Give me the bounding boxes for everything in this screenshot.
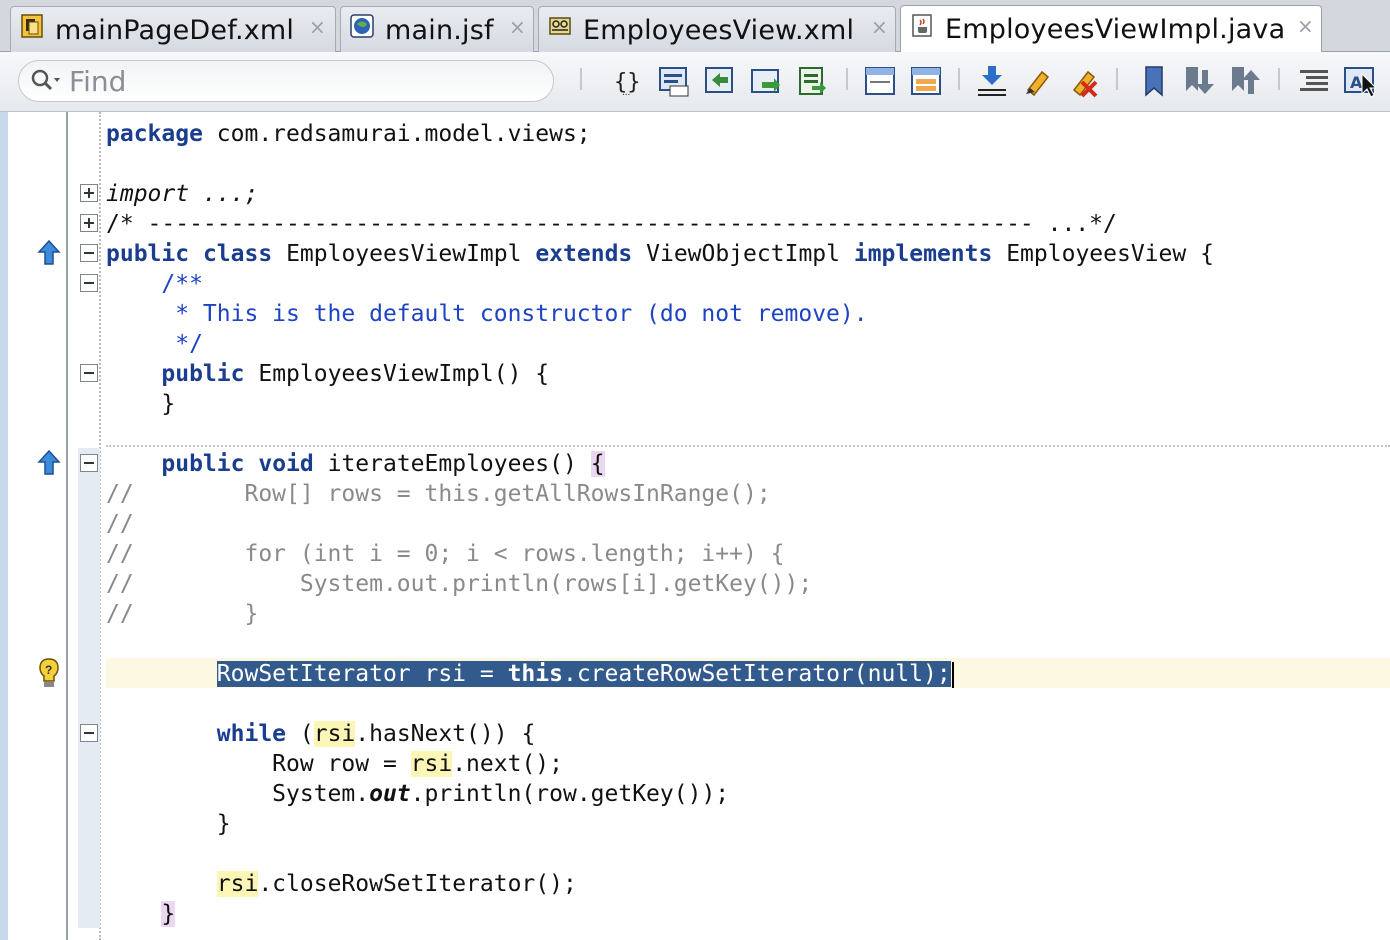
svg-text:...: ...	[622, 87, 630, 98]
code-line-header-comment: /* -------------------------------------…	[106, 211, 1117, 237]
overrides-up-arrow-icon[interactable]	[34, 448, 64, 478]
code-line-row-declaration: Row row = rsi.next();	[272, 751, 563, 777]
next-bookmark-icon[interactable]	[1182, 64, 1218, 98]
toolbar-separator	[846, 68, 848, 90]
highlight-icon[interactable]	[1020, 64, 1056, 98]
code-line-comment: // for (int i = 0; i < rows.length; i++)…	[106, 541, 785, 567]
code-line-comment: // Row[] rows = this.getAllRowsInRange()…	[106, 481, 771, 507]
code-line-class-declaration: public class EmployeesViewImpl extends V…	[106, 241, 1214, 267]
code-line-while: while (rsi.hasNext()) {	[216, 721, 536, 747]
svg-text:A: A	[1350, 73, 1363, 92]
tab-main-jsf[interactable]: main.jsf ×	[340, 6, 534, 52]
surround-with-icon[interactable]: {}...	[610, 64, 646, 98]
code-editor[interactable]: ? package com.redsamurai.model.views; im…	[0, 112, 1390, 940]
fold-collapse-icon[interactable]	[80, 454, 98, 472]
search-icon[interactable]	[29, 68, 63, 99]
code-line-comment: // }	[106, 601, 259, 627]
toolbar-separator	[958, 68, 960, 90]
split-vertical-icon[interactable]	[908, 64, 944, 98]
matching-brace: }	[161, 901, 176, 927]
toggle-comment-icon[interactable]	[656, 64, 692, 98]
tab-employeesviewimpl-java[interactable]: EmployeesViewImpl.java ×	[900, 5, 1322, 53]
code-line-constructor-close: }	[161, 391, 176, 417]
view-object-icon	[547, 13, 573, 39]
previous-bookmark-icon[interactable]	[1228, 64, 1264, 98]
toolbar-separator	[580, 68, 582, 90]
code-line-rsi-declaration: RowSetIterator rsi = this.createRowSetIt…	[106, 659, 954, 689]
fold-collapse-icon[interactable]	[80, 724, 98, 742]
gutter-divider	[66, 112, 68, 940]
code-line-comment: // System.out.println(rows[i].getKey());	[106, 571, 813, 597]
overrides-up-arrow-icon[interactable]	[34, 238, 64, 268]
editor-left-strip	[0, 112, 8, 940]
spell-check-icon[interactable]: A	[1342, 64, 1378, 98]
clear-highlight-icon[interactable]	[1066, 64, 1102, 98]
code-line-javadoc: /**	[161, 271, 203, 297]
jsf-page-icon	[349, 13, 375, 39]
fold-expand-icon[interactable]	[80, 184, 98, 202]
toggle-bookmark-icon[interactable]	[1136, 64, 1172, 98]
override-methods-icon[interactable]	[702, 64, 738, 98]
find-field	[18, 60, 554, 102]
text-caret	[951, 661, 954, 688]
current-method-band	[78, 448, 100, 928]
tab-label: EmployeesViewImpl.java	[945, 14, 1286, 45]
split-horizontal-icon[interactable]	[862, 64, 898, 98]
java-class-icon	[909, 12, 935, 38]
tab-employeesview-xml[interactable]: EmployeesView.xml ×	[538, 6, 896, 52]
code-line-while-close: }	[216, 811, 231, 837]
svg-text:?: ?	[45, 663, 52, 677]
page-definition-icon	[19, 13, 45, 39]
implement-interface-icon[interactable]	[794, 64, 830, 98]
code-line-imports: import ...;	[106, 181, 259, 207]
toolbar-separator	[1116, 68, 1118, 90]
code-line-constructor: public EmployeesViewImpl() {	[161, 361, 550, 387]
selected-text: RowSetIterator rsi = this.createRowSetIt…	[216, 661, 951, 687]
code-line-println: System.out.println(row.getKey());	[272, 781, 730, 807]
toolbar-separator	[1278, 68, 1280, 90]
tab-label: EmployeesView.xml	[583, 15, 855, 46]
method-separator	[106, 445, 1390, 447]
show-occurrences-icon[interactable]	[974, 64, 1010, 98]
editor-tab-bar: mainPageDef.xml × main.jsf × EmployeesVi…	[0, 0, 1390, 53]
fold-collapse-icon[interactable]	[80, 274, 98, 292]
format-code-icon[interactable]	[1296, 64, 1332, 98]
code-line-javadoc: * This is the default constructor (do no…	[161, 301, 868, 327]
close-tab-icon[interactable]: ×	[871, 15, 888, 39]
matching-brace: {	[590, 451, 605, 477]
find-input[interactable]	[69, 65, 539, 97]
fold-collapse-icon[interactable]	[80, 244, 98, 262]
fold-expand-icon[interactable]	[80, 214, 98, 232]
code-line-comment: //	[106, 511, 134, 537]
close-tab-icon[interactable]: ×	[1297, 14, 1314, 38]
code-line-package: package com.redsamurai.model.views;	[106, 121, 591, 147]
code-line-close-iterator: rsi.closeRowSetIterator();	[216, 871, 577, 897]
close-tab-icon[interactable]: ×	[309, 15, 326, 39]
close-tab-icon[interactable]: ×	[509, 15, 526, 39]
tab-mainpagedef-xml[interactable]: mainPageDef.xml ×	[10, 6, 336, 52]
lightbulb-hint-icon[interactable]: ?	[34, 656, 64, 687]
generate-accessors-icon[interactable]	[748, 64, 784, 98]
line-gutter	[8, 112, 66, 940]
tab-label: main.jsf	[385, 15, 494, 46]
fold-collapse-icon[interactable]	[80, 364, 98, 382]
tab-label: mainPageDef.xml	[55, 15, 295, 46]
code-line-method-close: }	[106, 899, 176, 929]
editor-toolbar: {}... A	[0, 52, 1390, 112]
code-line-javadoc: */	[161, 331, 203, 357]
code-line-method-declaration: public void iterateEmployees() {	[161, 451, 605, 477]
